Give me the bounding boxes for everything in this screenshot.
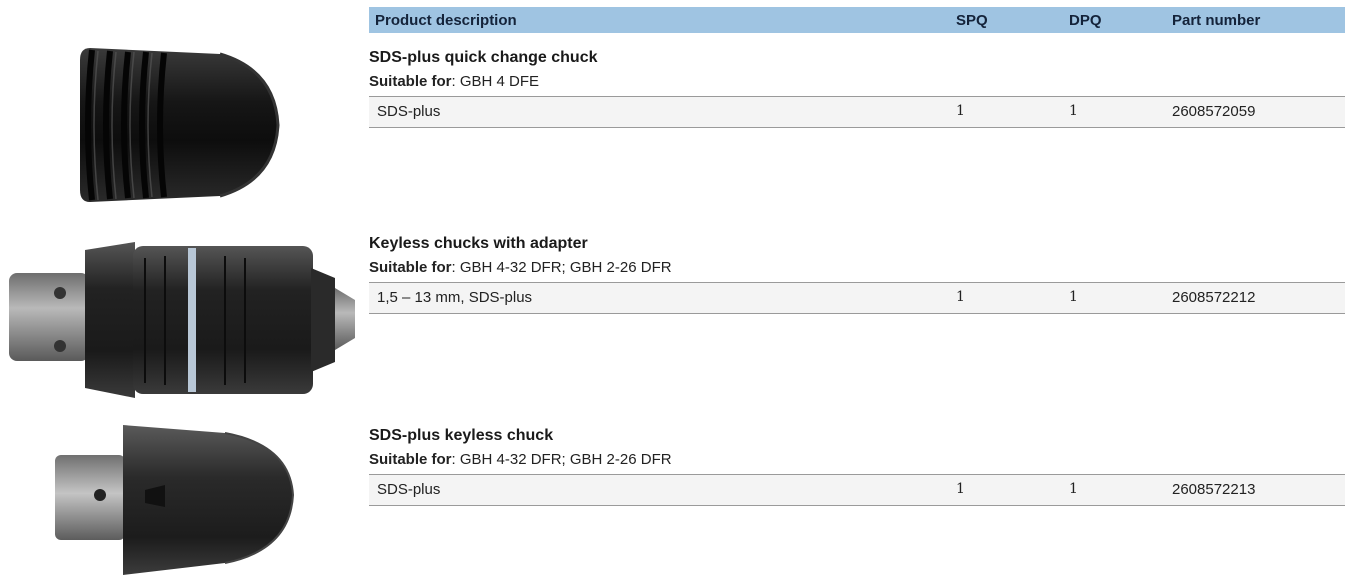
header-product-description: Product description — [375, 11, 517, 29]
row-dpq: 1 — [1069, 481, 1078, 497]
row-part-number: 2608572213 — [1172, 481, 1256, 498]
product-block: SDS-plus quick change chuck Suitable for… — [369, 46, 1345, 128]
table-row: 1,5 – 13 mm, SDS-plus 1 1 2608572212 — [369, 282, 1345, 314]
suitable-for-value: : GBH 4-32 DFR; GBH 2-26 DFR — [451, 451, 672, 468]
row-dpq: 1 — [1069, 103, 1078, 119]
table-header: Product description SPQ DPQ Part number — [369, 7, 1345, 33]
row-description: SDS-plus — [377, 103, 441, 120]
suitable-for-line: Suitable for: GBH 4-32 DFR; GBH 2-26 DFR — [369, 256, 1345, 280]
product-block: Keyless chucks with adapter Suitable for… — [369, 232, 1345, 314]
keyless-chuck-with-adapter-icon — [9, 242, 355, 398]
sds-plus-quick-change-chuck-icon — [80, 48, 280, 202]
row-spq: 1 — [956, 289, 965, 305]
row-dpq: 1 — [1069, 289, 1078, 305]
product-title: SDS-plus keyless chuck — [369, 427, 554, 444]
product-title: Keyless chucks with adapter — [369, 235, 588, 252]
suitable-for-label: Suitable for — [369, 73, 452, 90]
header-spq: SPQ — [956, 11, 988, 29]
header-part-number: Part number — [1172, 11, 1261, 29]
suitable-for-label: Suitable for — [369, 259, 452, 276]
product-title: SDS-plus quick change chuck — [369, 49, 598, 66]
suitable-for-line: Suitable for: GBH 4-32 DFR; GBH 2-26 DFR — [369, 448, 1345, 472]
row-spq: 1 — [956, 481, 965, 497]
header-dpq: DPQ — [1069, 11, 1102, 29]
suitable-for-label: Suitable for — [369, 451, 452, 468]
table-row: SDS-plus 1 1 2608572213 — [369, 474, 1345, 506]
row-description: SDS-plus — [377, 481, 441, 498]
row-description: 1,5 – 13 mm, SDS-plus — [377, 289, 533, 306]
suitable-for-value: : GBH 4-32 DFR; GBH 2-26 DFR — [451, 259, 672, 276]
product-block: SDS-plus keyless chuck Suitable for: GBH… — [369, 424, 1345, 506]
row-part-number: 2608572212 — [1172, 289, 1256, 306]
row-part-number: 2608572059 — [1172, 103, 1256, 120]
row-spq: 1 — [956, 103, 965, 119]
table-row: SDS-plus 1 1 2608572059 — [369, 96, 1345, 128]
sds-plus-keyless-chuck-icon — [55, 425, 295, 575]
suitable-for-line: Suitable for: GBH 4 DFE — [369, 70, 1345, 94]
suitable-for-value: : GBH 4 DFE — [451, 73, 540, 90]
